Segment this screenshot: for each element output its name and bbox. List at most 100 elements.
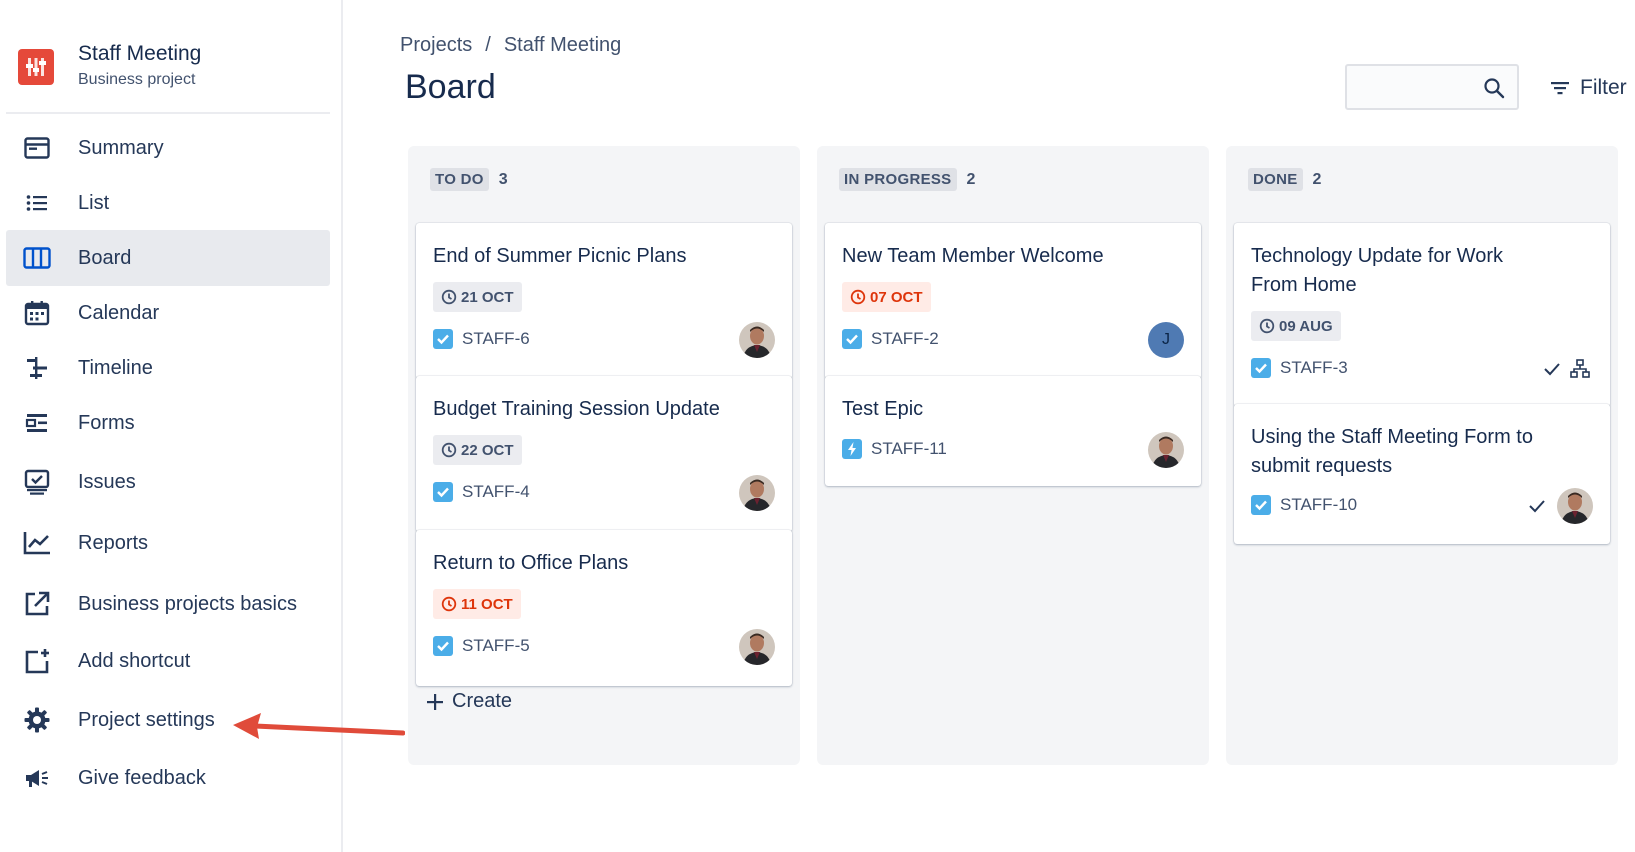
issue-card[interactable]: Budget Training Session Update 22 OCT ST… <box>416 376 792 532</box>
project-header[interactable]: Staff Meeting Business project <box>18 42 328 92</box>
assignee-avatar[interactable] <box>1557 488 1593 524</box>
issue-card[interactable]: Return to Office Plans 11 OCT STAFF-5 <box>416 530 792 686</box>
due-date-badge: 21 OCT <box>433 282 522 312</box>
assignee-avatar[interactable] <box>739 322 775 358</box>
sidebar-item-label: Board <box>78 246 132 269</box>
issue-key-row: STAFF-4 <box>433 482 530 502</box>
sidebar-item-summary[interactable]: Summary <box>6 120 330 176</box>
column-title: TO DO <box>430 168 489 191</box>
sidebar-item-label: Add shortcut <box>78 649 191 672</box>
issues-icon <box>22 467 52 497</box>
issue-key[interactable]: STAFF-2 <box>871 329 939 349</box>
sidebar-item-add-shortcut[interactable]: Add shortcut <box>6 633 330 689</box>
sidebar-item-label: Timeline <box>78 356 153 379</box>
plus-icon <box>427 693 443 710</box>
card-title: End of Summer Picnic Plans <box>433 245 687 267</box>
card-title: Test Epic <box>842 398 924 420</box>
sidebar-item-reports[interactable]: Reports <box>6 515 330 571</box>
task-type-icon <box>1251 495 1271 515</box>
create-label: Create <box>452 690 513 712</box>
breadcrumb-project-link[interactable]: Staff Meeting <box>504 34 621 56</box>
assignee-avatar[interactable] <box>1148 432 1184 468</box>
card-title: Using the Staff Meeting Form to submit r… <box>1251 423 1533 481</box>
due-date-text: 11 OCT <box>461 595 513 613</box>
clock-icon <box>441 442 457 458</box>
board-column-done: DONE 2 Technology Update for Work From H… <box>1226 146 1618 765</box>
sidebar-item-label: Issues <box>78 470 136 493</box>
issue-card[interactable]: Technology Update for Work From Home 09 … <box>1234 223 1610 407</box>
filter-icon <box>1551 82 1569 95</box>
assignee-avatar[interactable] <box>739 629 775 665</box>
due-date-text: 21 OCT <box>461 288 514 306</box>
column-count: 2 <box>1312 170 1322 188</box>
project-type: Business project <box>78 71 196 88</box>
sidebar-item-list[interactable]: List <box>6 175 330 231</box>
card-title: Budget Training Session Update <box>433 398 720 420</box>
sidebar-item-business-projects-basics[interactable]: Business projects basics <box>6 576 330 632</box>
issue-card[interactable]: Test Epic STAFF-11 <box>825 376 1201 486</box>
sidebar-item-label: Business projects basics <box>78 592 297 615</box>
external-link-icon <box>22 589 52 619</box>
issue-key-row: STAFF-2 <box>842 329 939 349</box>
card-title: Technology Update for Work From Home <box>1251 242 1503 300</box>
search-icon[interactable] <box>1483 77 1505 99</box>
timeline-icon <box>22 353 52 383</box>
due-date-text: 22 OCT <box>461 441 514 459</box>
due-date-badge: 09 AUG <box>1251 311 1341 341</box>
issue-key[interactable]: STAFF-10 <box>1280 495 1357 515</box>
project-name: Staff Meeting <box>78 42 202 65</box>
filter-label: Filter <box>1580 76 1627 99</box>
issue-key-row: STAFF-6 <box>433 329 530 349</box>
due-date-text: 07 OCT <box>870 288 923 306</box>
issue-key[interactable]: STAFF-3 <box>1280 358 1348 378</box>
create-issue-button[interactable]: Create <box>426 690 512 713</box>
child-issues-icon[interactable] <box>1570 359 1590 379</box>
task-type-icon <box>433 329 453 349</box>
column-header: IN PROGRESS 2 <box>839 168 975 191</box>
column-header: TO DO 3 <box>430 168 508 191</box>
add-shortcut-icon <box>22 646 52 676</box>
filter-button[interactable]: Filter <box>1550 73 1627 103</box>
sidebar-item-issues[interactable]: Issues <box>6 454 330 510</box>
search-input[interactable] <box>1355 74 1475 100</box>
forms-icon <box>22 408 52 438</box>
issue-key[interactable]: STAFF-4 <box>462 482 530 502</box>
breadcrumb-projects-link[interactable]: Projects <box>400 34 472 56</box>
issue-key[interactable]: STAFF-5 <box>462 636 530 656</box>
page-title: Board <box>405 68 496 106</box>
clock-icon <box>441 289 457 305</box>
due-date-text: 09 AUG <box>1279 317 1333 335</box>
assignee-avatar[interactable]: J <box>1148 322 1184 358</box>
sidebar-item-forms[interactable]: Forms <box>6 395 330 451</box>
column-count: 2 <box>966 170 976 188</box>
sidebar-item-label: List <box>78 191 110 214</box>
column-title: IN PROGRESS <box>839 168 957 191</box>
issue-key-row: STAFF-5 <box>433 636 530 656</box>
sidebar-item-label: Calendar <box>78 301 160 324</box>
assignee-avatar[interactable] <box>739 475 775 511</box>
search-box[interactable] <box>1345 64 1519 110</box>
sidebar-item-give-feedback[interactable]: Give feedback <box>6 750 330 806</box>
task-type-icon <box>1251 358 1271 378</box>
column-header: DONE 2 <box>1248 168 1321 191</box>
gear-icon <box>22 705 52 735</box>
clock-icon <box>1259 318 1275 334</box>
sidebar-item-board[interactable]: Board <box>6 230 330 286</box>
megaphone-icon <box>22 763 52 793</box>
issue-key[interactable]: STAFF-11 <box>871 439 947 459</box>
issue-card[interactable]: Using the Staff Meeting Form to submit r… <box>1234 404 1610 544</box>
breadcrumb: Projects / Staff Meeting <box>400 34 621 57</box>
sidebar-item-label: Project settings <box>78 708 215 731</box>
board-column-in-progress: IN PROGRESS 2 New Team Member Welcome 07… <box>817 146 1209 765</box>
done-check-icon <box>1544 363 1560 376</box>
task-type-icon <box>433 482 453 502</box>
issue-card[interactable]: End of Summer Picnic Plans 21 OCT STAFF-… <box>416 223 792 379</box>
sidebar-item-label: Reports <box>78 531 149 554</box>
sidebar-item-calendar[interactable]: Calendar <box>6 285 330 341</box>
board-column-todo: TO DO 3 End of Summer Picnic Plans 21 OC… <box>408 146 800 765</box>
sidebar-item-timeline[interactable]: Timeline <box>6 340 330 396</box>
issue-key[interactable]: STAFF-6 <box>462 329 530 349</box>
list-icon <box>22 188 52 218</box>
issue-card[interactable]: New Team Member Welcome 07 OCT STAFF-2 J <box>825 223 1201 379</box>
card-title-line: Technology Update for Work <box>1251 245 1503 267</box>
